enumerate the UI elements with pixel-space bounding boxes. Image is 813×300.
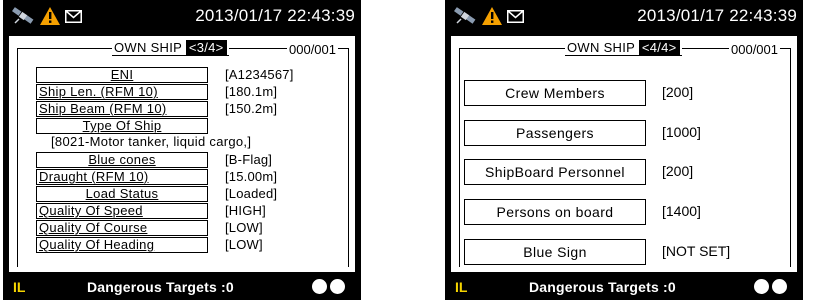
satellite-icon (12, 7, 34, 24)
field-value: [B-Flag] (225, 152, 273, 167)
il-indicator: IL (13, 279, 26, 295)
title-text: OWN SHIP (567, 40, 639, 55)
display-screen-page-4: 2013/01/17 22:43:39 OWN SHIP <4/4> 000/0… (445, 0, 803, 300)
page-title: OWN SHIP <3/4> (112, 40, 229, 56)
field-value: [200] (662, 84, 694, 100)
field-label: ShipBoard Personnel (464, 159, 646, 185)
field-value: [200] (662, 163, 694, 179)
satellite-icon (454, 7, 476, 24)
page-title: OWN SHIP <4/4> (565, 40, 682, 56)
field-label: Blue cones (36, 152, 208, 168)
status-bar: 2013/01/17 22:43:39 (7, 2, 357, 30)
mail-icon (507, 10, 524, 23)
field-value: [15.00m] (225, 169, 278, 184)
type-of-ship-value: [8021-Motor tanker, liquid cargo,] (51, 134, 252, 149)
field-label: Quality Of Course (36, 220, 208, 236)
title-text: OWN SHIP (114, 40, 186, 55)
status-light-1 (754, 279, 769, 294)
field-label: Draught (RFM 10) (36, 169, 208, 185)
mail-icon (65, 10, 82, 23)
field-value: [1400] (662, 203, 701, 219)
status-icons (9, 6, 89, 28)
record-counter: 000/001 (729, 42, 780, 57)
page-indicator: <4/4> (638, 40, 680, 55)
field-value: [180.1m] (225, 84, 278, 99)
field-label: Load Status (36, 186, 208, 202)
date-time: 2013/01/17 22:43:39 (637, 6, 797, 25)
status-light-2 (330, 279, 345, 294)
field-value: [LOW] (225, 237, 263, 252)
warning-icon (482, 7, 502, 25)
field-value: [150.2m] (225, 101, 278, 116)
dangerous-targets-count: Dangerous Targets :0 (87, 279, 234, 295)
field-label: ENI (36, 67, 208, 83)
status-light-1 (312, 279, 327, 294)
record-counter: 000/001 (287, 42, 338, 57)
status-icons (451, 6, 531, 28)
footer-bar: IL Dangerous Targets :0 (3, 276, 361, 300)
field-label: Ship Len. (RFM 10) (36, 84, 208, 100)
field-label: Quality Of Heading (36, 237, 208, 253)
field-value: [HIGH] (225, 203, 266, 218)
field-value: [NOT SET] (662, 243, 731, 259)
field-label: Type Of Ship (36, 118, 208, 134)
display-screen-page-3: 2013/01/17 22:43:39 OWN SHIP <3/4> 000/0… (3, 0, 361, 300)
field-label: Blue Sign (464, 239, 646, 265)
page-indicator: <3/4> (185, 40, 227, 55)
dangerous-targets-count: Dangerous Targets :0 (529, 279, 676, 295)
field-label: Passengers (464, 120, 646, 146)
field-label: Persons on board (464, 199, 646, 225)
il-indicator: IL (455, 279, 468, 295)
field-label: Quality Of Speed (36, 203, 208, 219)
field-value: [1000] (662, 124, 701, 140)
field-value: [A1234567] (225, 67, 294, 82)
own-ship-panel: OWN SHIP <4/4> 000/001 Crew Members [200… (451, 36, 797, 272)
date-time: 2013/01/17 22:43:39 (195, 6, 355, 25)
field-label: Ship Beam (RFM 10) (36, 101, 208, 117)
own-ship-panel: OWN SHIP <3/4> 000/001 ENI [A1234567] Sh… (9, 36, 355, 272)
footer-bar: IL Dangerous Targets :0 (445, 276, 803, 300)
field-label: Crew Members (464, 80, 646, 106)
status-bar: 2013/01/17 22:43:39 (449, 2, 799, 30)
field-value: [Loaded] (225, 186, 278, 201)
warning-icon (40, 7, 60, 25)
field-value: [LOW] (225, 220, 263, 235)
status-light-2 (772, 279, 787, 294)
